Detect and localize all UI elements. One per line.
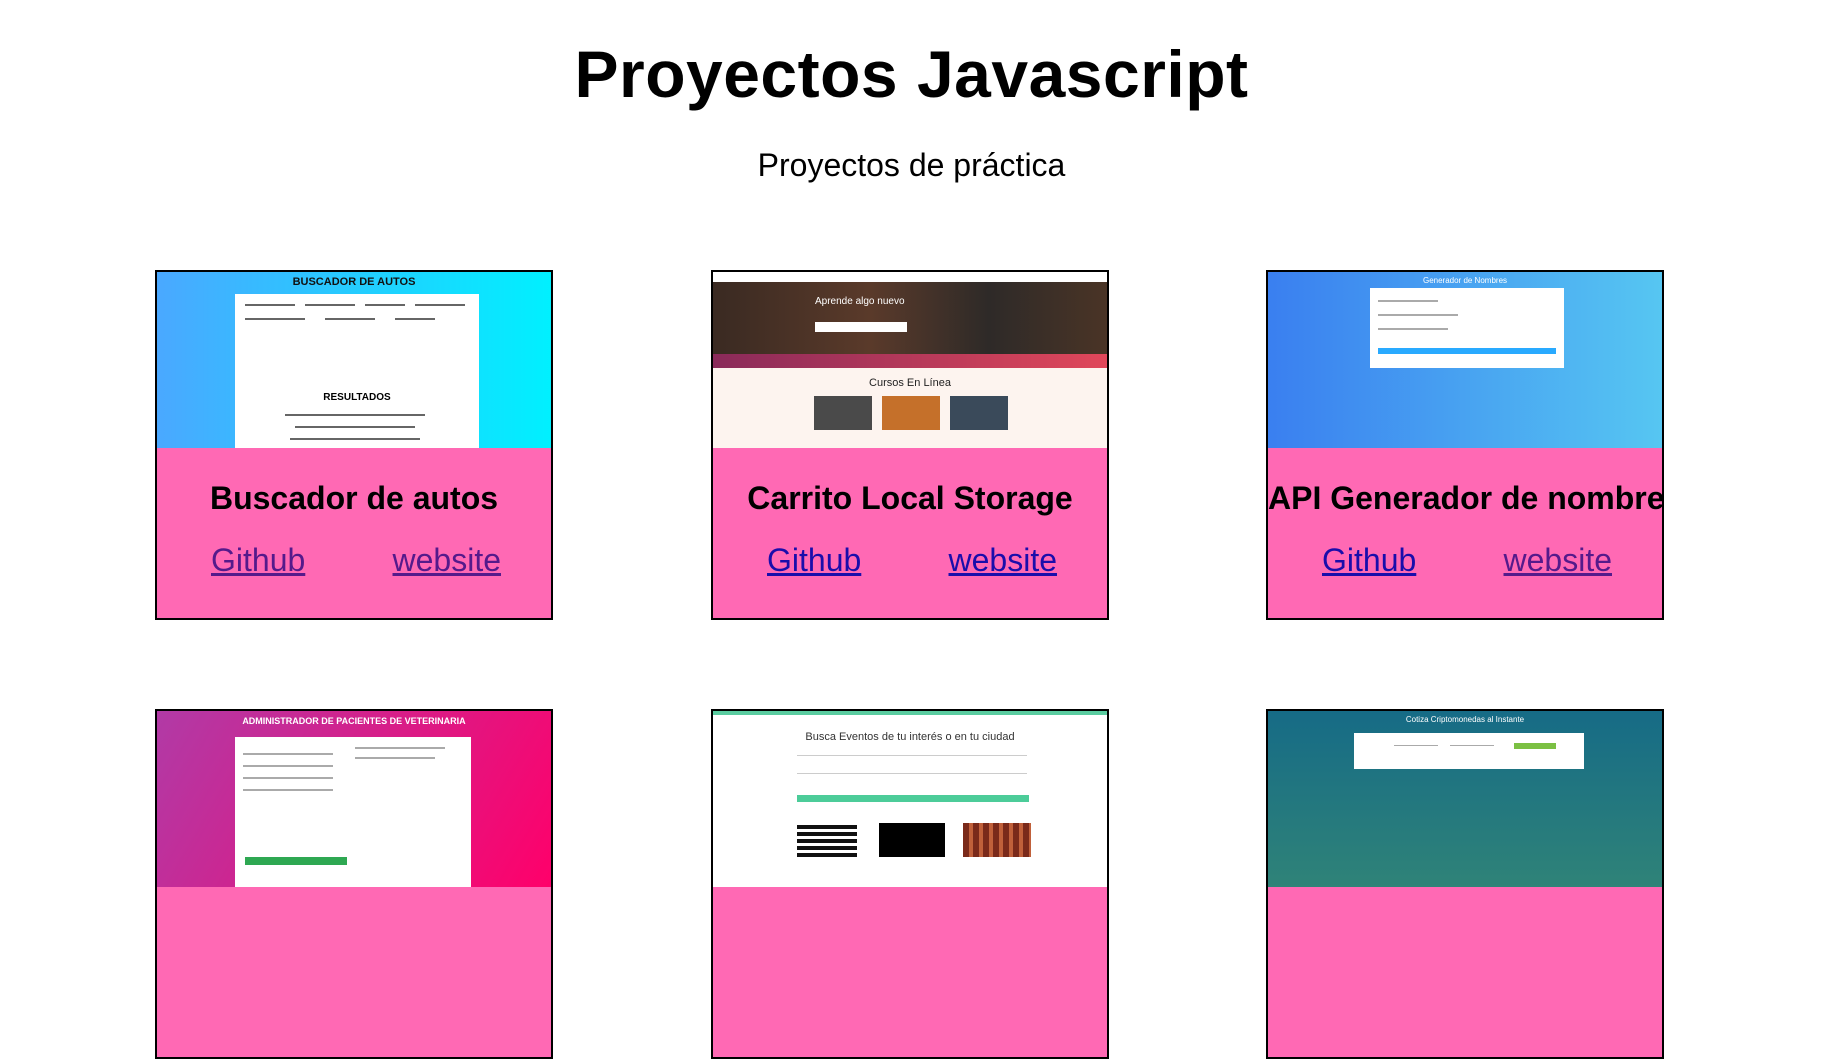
thumbnail-title: ADMINISTRADOR DE PACIENTES DE VETERINARI… — [242, 716, 466, 726]
github-link[interactable]: Github — [1322, 542, 1416, 579]
thumbnail-event-image — [879, 823, 945, 857]
thumbnail-title: BUSCADOR DE AUTOS — [292, 276, 416, 288]
thumbnail-title: Generador de Nombres — [1422, 276, 1508, 285]
thumbnail-event-image — [797, 823, 857, 857]
project-title: API Generador de nombres — [1268, 480, 1664, 516]
thumbnail-course-image — [814, 396, 872, 430]
thumbnail-course-image — [950, 396, 1008, 430]
website-link[interactable]: website — [1504, 542, 1613, 579]
thumbnail-hero — [713, 282, 1107, 354]
project-title: Carrito Local Storage — [747, 480, 1073, 516]
project-card-body: Buscador de autos Github website — [157, 448, 551, 618]
thumbnail-button — [245, 857, 347, 865]
website-link[interactable]: website — [949, 542, 1058, 579]
github-link[interactable]: Github — [767, 542, 861, 579]
thumbnail-title: Cotiza Criptomonedas al Instante — [1405, 715, 1525, 724]
project-card-body: API Generador de nombres Github website — [1268, 448, 1664, 618]
project-thumbnail: ADMINISTRADOR DE PACIENTES DE VETERINARI… — [157, 711, 551, 887]
thumbnail-form-panel — [1354, 733, 1584, 769]
thumbnail-search — [815, 322, 907, 332]
project-card-body: Carrito Local Storage Github website — [713, 448, 1107, 618]
thumbnail-form-panel — [1370, 288, 1564, 368]
thumbnail-hero-text: Aprende algo nuevo — [815, 296, 905, 307]
thumbnail-course-image — [882, 396, 940, 430]
thumbnail-button — [797, 795, 1029, 802]
project-thumbnail: BUSCADOR DE AUTOS RESULTADOS — [157, 272, 551, 448]
page-subtitle: Proyectos de práctica — [757, 147, 1066, 183]
thumbnail-heading: Cursos En Línea — [869, 377, 951, 389]
project-card-criptomonedas: Cotiza Criptomonedas al Instante — [1266, 709, 1664, 1059]
project-card-carrito: Aprende algo nuevo Cursos En Línea Carri… — [711, 270, 1109, 620]
thumbnail-form-panel: RESULTADOS — [235, 294, 479, 448]
thumbnail-header — [713, 272, 1107, 282]
page-title: Proyectos Javascript — [574, 37, 1249, 111]
project-thumbnail: Busca Eventos de tu interés o en tu ciud… — [713, 711, 1107, 887]
github-link[interactable]: Github — [211, 542, 305, 579]
thumbnail-button — [1378, 348, 1556, 354]
thumbnail-bar — [713, 354, 1107, 368]
website-link[interactable]: website — [393, 542, 502, 579]
project-thumbnail: Aprende algo nuevo Cursos En Línea — [713, 272, 1107, 448]
thumbnail-heading: RESULTADOS — [323, 392, 391, 403]
project-card-generador-nombres: Generador de Nombres API Generador de no… — [1266, 270, 1664, 620]
project-thumbnail: Cotiza Criptomonedas al Instante — [1268, 711, 1662, 887]
thumbnail-button — [1514, 743, 1556, 749]
project-title: Buscador de autos — [209, 480, 499, 516]
project-card-veterinaria: ADMINISTRADOR DE PACIENTES DE VETERINARI… — [155, 709, 553, 1059]
thumbnail-form-panel — [235, 737, 471, 887]
project-card-eventos: Busca Eventos de tu interés o en tu ciud… — [711, 709, 1109, 1059]
thumbnail-event-image — [963, 823, 1031, 857]
thumbnail-title: Busca Eventos de tu interés o en tu ciud… — [805, 731, 1015, 743]
project-card-buscador-autos: BUSCADOR DE AUTOS RESULTADOS Buscador de… — [155, 270, 553, 620]
project-thumbnail: Generador de Nombres — [1268, 272, 1662, 448]
